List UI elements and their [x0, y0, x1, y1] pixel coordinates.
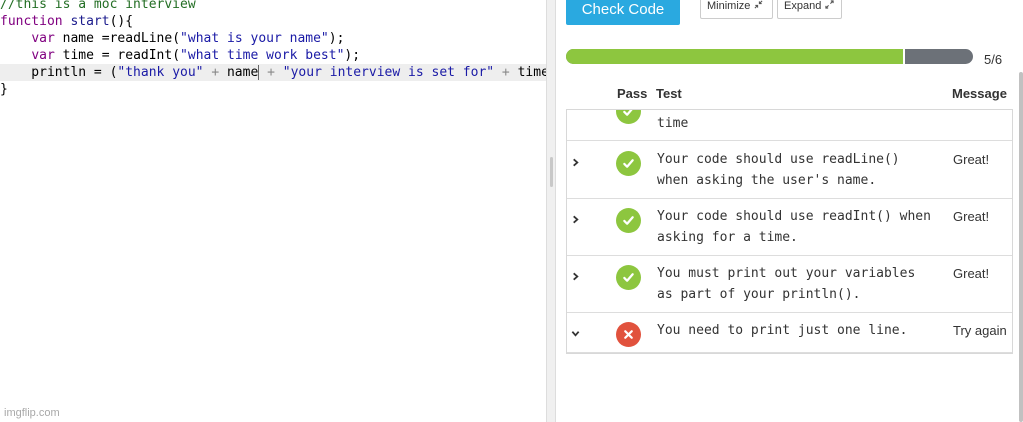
test-row[interactable]: You must print out your variables as par…	[567, 256, 1012, 313]
header-message: Message	[952, 86, 1007, 101]
code-line[interactable]: var time = readInt("what time work best"…	[0, 47, 360, 64]
code-line[interactable]: function start(){	[0, 13, 133, 30]
progress-label: 5/6	[984, 52, 1003, 67]
check-circle-icon	[616, 208, 641, 233]
chevron-right-icon[interactable]	[571, 154, 581, 167]
code-line[interactable]: println = ("thank you" + name + "your in…	[0, 64, 546, 81]
test-panel: Check Code Minimize Expand 5/6 Pass Test…	[556, 0, 1023, 422]
code-token: );	[344, 48, 361, 63]
test-message: Great!	[953, 152, 990, 167]
header-pass: Pass	[617, 86, 648, 101]
code-token: time	[517, 65, 546, 80]
code-token: time =	[54, 48, 118, 63]
test-description: You must print out your variables as par…	[657, 266, 916, 302]
code-token: var	[31, 31, 55, 46]
code-token: start	[70, 14, 110, 29]
code-line[interactable]: }	[0, 81, 8, 98]
code-token: "what time work best"	[180, 48, 345, 63]
code-token: +	[259, 65, 283, 80]
code-token: println = (	[0, 65, 118, 80]
expand-icon	[825, 0, 834, 12]
code-editor[interactable]: //this is a moc interview function start(…	[0, 0, 546, 422]
chevron-down-icon[interactable]	[571, 325, 581, 337]
pane-splitter[interactable]	[546, 0, 556, 422]
test-description: time	[657, 116, 689, 131]
chevron-right-icon[interactable]	[571, 268, 581, 281]
check-circle-icon	[616, 265, 641, 290]
test-description: You need to print just one line.	[657, 323, 908, 338]
test-description: Your code should use readInt() when aski…	[657, 209, 931, 245]
scrollbar[interactable]	[1019, 72, 1023, 422]
code-token: "what is your name"	[180, 31, 329, 46]
test-message: Great!	[953, 209, 990, 224]
code-token: readInt(	[117, 48, 181, 63]
code-token: );	[328, 31, 345, 46]
test-row[interactable]: time	[567, 110, 1012, 141]
test-row[interactable]: You need to print just one line. Try agai…	[567, 313, 1012, 353]
minimize-icon	[754, 0, 763, 12]
test-row[interactable]: Your code should use readLine() when ask…	[567, 142, 1012, 199]
check-circle-icon	[616, 151, 641, 176]
progress-fill	[566, 49, 906, 64]
code-token: name =	[54, 31, 110, 46]
code-token: readLine(	[109, 31, 181, 46]
test-description: Your code should use readLine() when ask…	[657, 152, 900, 188]
splitter-handle[interactable]	[550, 157, 553, 187]
code-token: "thank you"	[117, 65, 204, 80]
header-test: Test	[656, 86, 682, 101]
test-results-table: Pass Test Message time Your code should u…	[566, 80, 1013, 356]
watermark: imgflip.com	[4, 407, 60, 419]
code-token: +	[203, 65, 227, 80]
x-circle-icon	[616, 322, 641, 347]
expand-label: Expand	[784, 0, 822, 12]
code-token: name	[226, 65, 259, 80]
expand-button[interactable]: Expand	[777, 0, 842, 19]
code-token: function	[0, 14, 63, 29]
code-token: (){	[109, 14, 134, 29]
code-line[interactable]: //this is a moc interview	[0, 0, 196, 13]
test-row[interactable]: Your code should use readInt() when aski…	[567, 199, 1012, 256]
code-token: "your interview is set for"	[282, 65, 495, 80]
chevron-right-icon[interactable]	[571, 211, 581, 224]
test-message: Great!	[953, 266, 990, 281]
check-code-button[interactable]: Check Code	[566, 0, 680, 25]
code-token: }	[0, 82, 8, 97]
progress-bar	[566, 49, 973, 64]
code-token: +	[494, 65, 518, 80]
minimize-button[interactable]: Minimize	[700, 0, 773, 19]
check-circle-icon	[616, 110, 641, 124]
minimize-label: Minimize	[707, 0, 751, 12]
test-rows[interactable]: time Your code should use readLine() when…	[566, 109, 1013, 354]
code-token: //this is a moc interview	[0, 0, 196, 12]
code-token: var	[31, 48, 55, 63]
code-line[interactable]: var name =readLine("what is your name");	[0, 30, 344, 47]
test-message: Try again	[953, 323, 1007, 338]
